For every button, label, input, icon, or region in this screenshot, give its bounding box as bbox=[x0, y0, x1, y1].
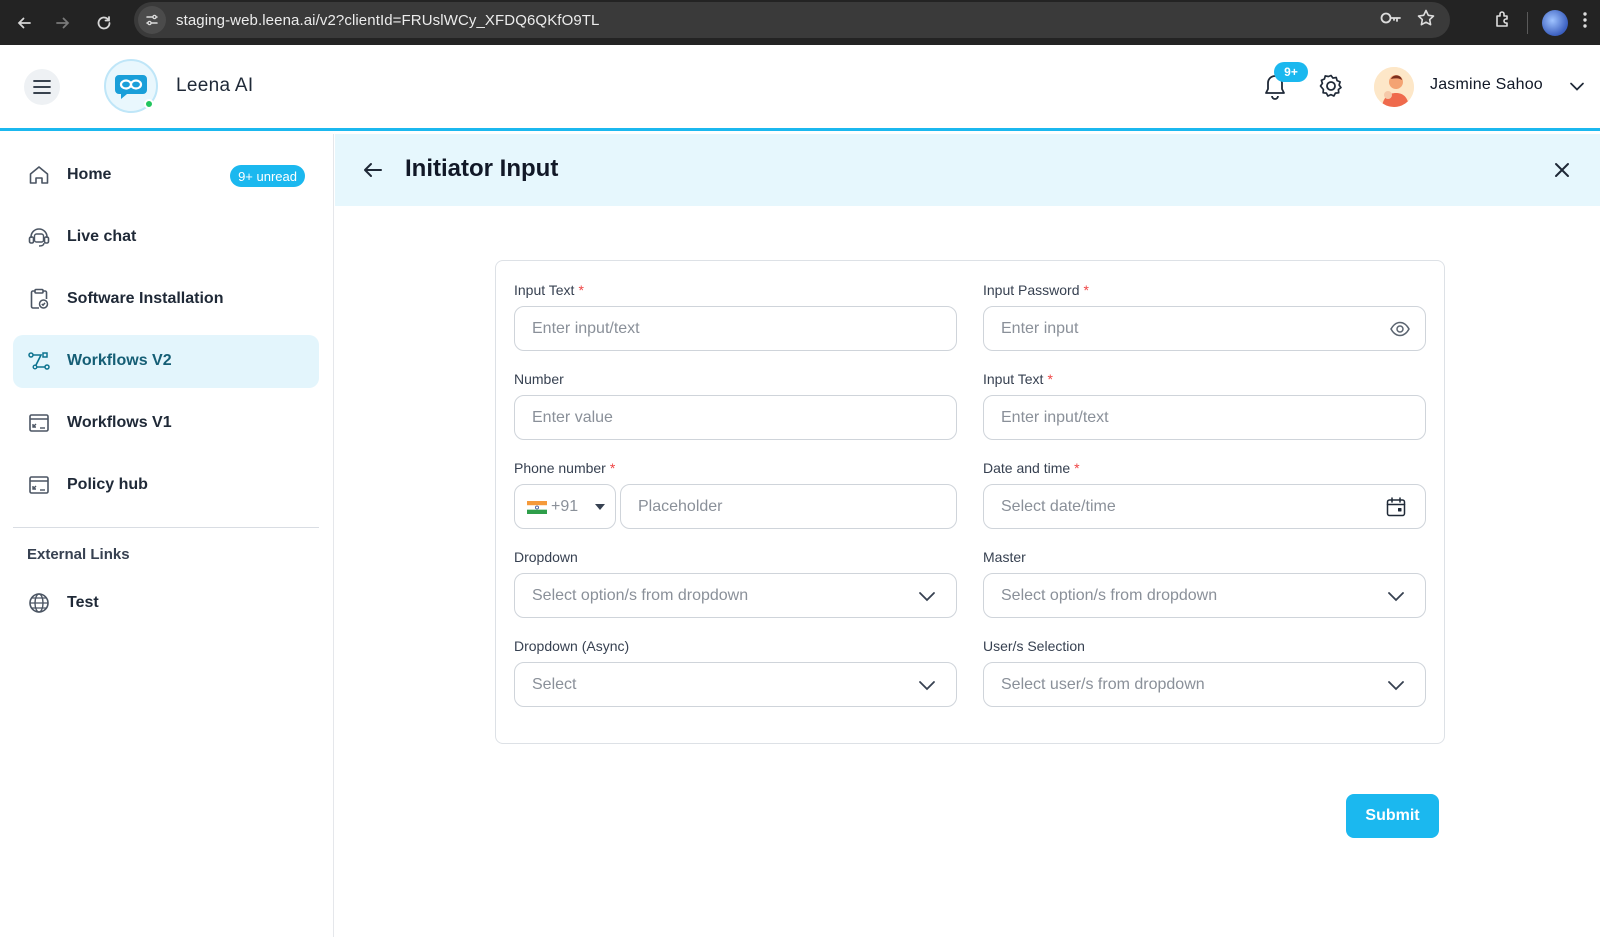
sidebar: Home 9+ unread Live chat Software Instal… bbox=[0, 134, 334, 937]
india-flag-icon bbox=[527, 501, 547, 514]
back-icon[interactable] bbox=[4, 0, 44, 45]
field-label-input-password: Input Password * bbox=[983, 282, 1089, 298]
input-text-field-2[interactable]: Enter input/text bbox=[983, 395, 1426, 440]
headset-icon bbox=[27, 225, 51, 249]
number-field[interactable]: Enter value bbox=[514, 395, 957, 440]
workflow-icon bbox=[27, 349, 51, 373]
password-key-icon[interactable] bbox=[1380, 10, 1402, 31]
calendar-icon[interactable] bbox=[1385, 496, 1407, 518]
window-icon bbox=[27, 473, 51, 497]
sidebar-divider bbox=[13, 527, 319, 528]
sidebar-item-live-chat[interactable]: Live chat bbox=[13, 211, 319, 264]
caret-down-icon bbox=[595, 504, 605, 510]
field-label-input-text: Input Text * bbox=[514, 282, 584, 298]
bookmark-star-icon[interactable] bbox=[1416, 8, 1436, 33]
app-header: Leena AI 9+ Jasmine Sahoo bbox=[0, 45, 1600, 131]
chevron-down-icon bbox=[1385, 585, 1407, 607]
dropdown-async-placeholder: Select bbox=[532, 676, 577, 693]
forward-icon[interactable] bbox=[43, 0, 83, 45]
leena-logo bbox=[104, 59, 158, 113]
sidebar-item-label: Software Installation bbox=[67, 290, 224, 307]
chevron-down-icon bbox=[916, 674, 938, 696]
field-label-number: Number bbox=[514, 371, 564, 387]
sidebar-item-test[interactable]: Test bbox=[13, 577, 319, 630]
field-label-dropdown: Dropdown bbox=[514, 549, 578, 565]
sidebar-item-label: Policy hub bbox=[67, 476, 148, 493]
reload-icon[interactable] bbox=[84, 0, 124, 45]
sidebar-item-label: Home bbox=[67, 166, 112, 183]
avatar[interactable] bbox=[1374, 67, 1414, 107]
sidebar-item-workflows-v2[interactable]: Workflows V2 bbox=[13, 335, 319, 388]
address-bar[interactable]: staging-web.leena.ai/v2?clientId=FRUslWC… bbox=[134, 2, 1450, 38]
country-code: +91 bbox=[551, 498, 579, 515]
field-label-date-time: Date and time * bbox=[983, 460, 1080, 476]
extensions-icon[interactable] bbox=[1493, 10, 1513, 35]
password-field[interactable]: Enter input bbox=[983, 306, 1426, 351]
input-text-field[interactable]: Enter input/text bbox=[514, 306, 957, 351]
password-placeholder: Enter input bbox=[1001, 320, 1079, 337]
chevron-down-icon[interactable] bbox=[1568, 77, 1586, 95]
sidebar-item-workflows-v1[interactable]: Workflows V1 bbox=[13, 397, 319, 450]
back-arrow-icon[interactable] bbox=[359, 156, 387, 184]
submit-button[interactable]: Submit bbox=[1346, 794, 1439, 838]
field-label-users: User/s Selection bbox=[983, 638, 1085, 654]
form-card: Input Text * Enter input/text Input Passw… bbox=[495, 260, 1445, 744]
dropdown-async-select[interactable]: Select bbox=[514, 662, 957, 707]
sidebar-item-label: Live chat bbox=[67, 228, 137, 245]
window-icon bbox=[27, 411, 51, 435]
dropdown-placeholder: Select option/s from dropdown bbox=[532, 587, 749, 604]
url-text[interactable]: staging-web.leena.ai/v2?clientId=FRUslWC… bbox=[176, 12, 600, 29]
home-icon bbox=[27, 163, 51, 187]
user-name[interactable]: Jasmine Sahoo bbox=[1430, 76, 1543, 94]
page-header: Initiator Input bbox=[335, 134, 1600, 206]
date-time-field[interactable]: Select date/time bbox=[983, 484, 1426, 529]
dropdown-select[interactable]: Select option/s from dropdown bbox=[514, 573, 957, 618]
input-text-placeholder: Enter input/text bbox=[532, 320, 640, 337]
number-placeholder: Enter value bbox=[532, 409, 613, 426]
field-label-phone: Phone number * bbox=[514, 460, 616, 476]
date-time-placeholder: Select date/time bbox=[1001, 498, 1116, 515]
phone-placeholder: Placeholder bbox=[638, 498, 723, 515]
field-label-input-text-2: Input Text * bbox=[983, 371, 1053, 387]
close-icon[interactable] bbox=[1548, 156, 1576, 184]
users-placeholder: Select user/s from dropdown bbox=[1001, 676, 1205, 693]
site-info-icon[interactable] bbox=[138, 6, 166, 34]
field-label-master: Master bbox=[983, 549, 1026, 565]
notification-badge: 9+ bbox=[1274, 62, 1308, 82]
chevron-down-icon bbox=[916, 585, 938, 607]
clipboard-check-icon bbox=[27, 287, 51, 311]
country-code-select[interactable]: +91 bbox=[514, 484, 616, 529]
field-label-dropdown-async: Dropdown (Async) bbox=[514, 638, 630, 654]
phone-number-field[interactable]: Placeholder bbox=[620, 484, 957, 529]
sidebar-item-home[interactable]: Home 9+ unread bbox=[13, 149, 319, 202]
brand-name: Leena AI bbox=[176, 75, 254, 96]
kebab-menu-icon[interactable] bbox=[1582, 10, 1588, 35]
external-links-heading: External Links bbox=[27, 546, 130, 563]
browser-toolbar: staging-web.leena.ai/v2?clientId=FRUslWC… bbox=[0, 0, 1600, 45]
sidebar-item-label: Workflows V2 bbox=[67, 352, 172, 369]
eye-icon[interactable] bbox=[1389, 318, 1411, 340]
master-select[interactable]: Select option/s from dropdown bbox=[983, 573, 1426, 618]
chevron-down-icon bbox=[1385, 674, 1407, 696]
master-placeholder: Select option/s from dropdown bbox=[1001, 587, 1218, 604]
users-select[interactable]: Select user/s from dropdown bbox=[983, 662, 1426, 707]
globe-icon bbox=[27, 591, 51, 615]
sidebar-item-label: Test bbox=[67, 594, 99, 611]
sidebar-item-label: Workflows V1 bbox=[67, 414, 172, 431]
gear-icon[interactable] bbox=[1318, 73, 1346, 101]
online-indicator bbox=[144, 99, 154, 109]
sidebar-item-software-installation[interactable]: Software Installation bbox=[13, 273, 319, 326]
sidebar-item-policy-hub[interactable]: Policy hub bbox=[13, 459, 319, 512]
main-content: Initiator Input Input Text * Enter input/… bbox=[335, 134, 1600, 937]
unread-badge: 9+ unread bbox=[230, 165, 305, 187]
toolbar-divider bbox=[1527, 11, 1528, 34]
page-title: Initiator Input bbox=[405, 155, 559, 182]
input-text-2-placeholder: Enter input/text bbox=[1001, 409, 1109, 426]
hamburger-menu-icon[interactable] bbox=[24, 69, 60, 105]
profile-icon[interactable] bbox=[1542, 9, 1568, 36]
